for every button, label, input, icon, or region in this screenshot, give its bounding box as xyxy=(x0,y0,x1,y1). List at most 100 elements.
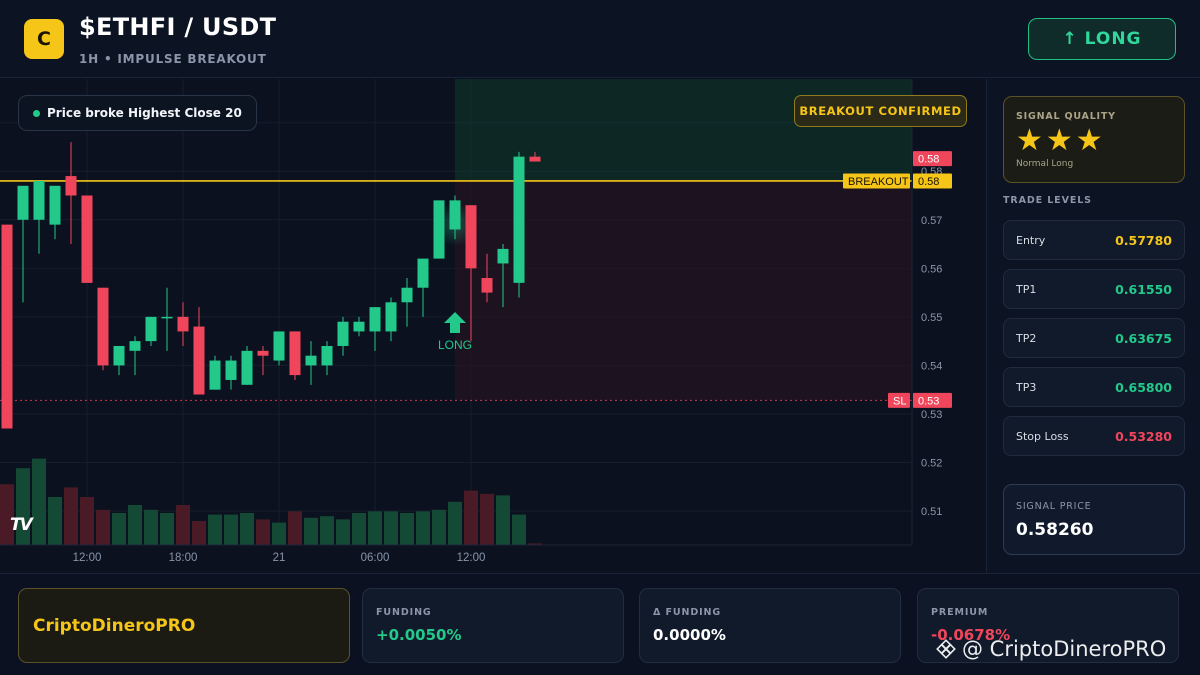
candle-body xyxy=(513,156,525,283)
x-tick-label: 12:00 xyxy=(73,552,102,564)
candle-body xyxy=(305,355,317,366)
volume-bar xyxy=(400,513,414,545)
volume-bar xyxy=(208,514,222,545)
candle-body xyxy=(113,345,125,366)
candle-body xyxy=(65,176,77,196)
candle-body xyxy=(97,287,109,366)
candle-body xyxy=(481,278,493,293)
candlestick-chart-svg[interactable]: LONG0.590.580.570.560.550.540.530.520.51… xyxy=(0,79,985,573)
pair-subtitle: 1H • IMPULSE BREAKOUT xyxy=(79,52,267,66)
candle-body xyxy=(417,258,429,288)
candle-body xyxy=(225,360,237,380)
trade-levels-panel: SIGNAL QUALITY ★★★ Normal Long TRADE LEV… xyxy=(986,79,1200,573)
volume-bar xyxy=(32,458,46,545)
trade-levels-title: TRADE LEVELS xyxy=(1003,195,1092,206)
breakout-label-tag: BREAKOUT xyxy=(848,176,909,188)
volume-bar xyxy=(176,505,190,545)
level-value: 0.57780 xyxy=(1115,233,1172,248)
candle-body xyxy=(497,248,509,264)
price-chart[interactable]: LONG0.590.580.570.560.550.540.530.520.51… xyxy=(0,79,985,573)
level-row-tp3: TP3 0.65800 xyxy=(1003,367,1185,407)
volume-bar xyxy=(96,509,110,545)
volume-bar xyxy=(112,513,126,545)
volume-bar xyxy=(304,517,318,545)
tradingview-logo-icon: TV xyxy=(10,515,33,535)
candle-body xyxy=(353,321,365,332)
watermark: @ CriptoDineroPRO xyxy=(936,637,1166,661)
level-value: 0.65800 xyxy=(1115,380,1172,395)
long-marker-label: LONG xyxy=(438,338,472,352)
stat-value: +0.0050% xyxy=(376,626,462,644)
x-tick-label: 12:00 xyxy=(457,552,486,564)
stat-value: 0.0000% xyxy=(653,626,726,644)
brand-name: CriptoDineroPRO xyxy=(33,615,196,636)
x-tick-label: 18:00 xyxy=(169,552,198,564)
candle-body xyxy=(33,180,45,220)
volume-bar xyxy=(384,511,398,545)
volume-bar xyxy=(256,519,270,545)
volume-bar xyxy=(80,497,94,545)
watermark-text: @ CriptoDineroPRO xyxy=(962,637,1167,661)
candle-body xyxy=(369,307,381,332)
stat-label: FUNDING xyxy=(376,607,432,618)
last-price-tag: 0.58 xyxy=(918,154,939,166)
volume-bar xyxy=(128,505,142,545)
header: C $ETHFI / USDT 1H • IMPULSE BREAKOUT ↑ … xyxy=(0,0,1200,78)
level-name: TP1 xyxy=(1016,283,1037,296)
y-tick-label: 0.55 xyxy=(921,312,942,324)
level-value: 0.61550 xyxy=(1115,282,1172,297)
pair-title: $ETHFI / USDT xyxy=(79,13,277,41)
volume-bar xyxy=(512,514,526,545)
volume-bar xyxy=(160,513,174,545)
candle-body xyxy=(401,287,413,303)
volume-bar xyxy=(320,516,334,545)
binance-logo-icon xyxy=(936,639,956,659)
sl-label-tag: SL xyxy=(893,395,906,407)
candle-body xyxy=(433,200,445,259)
funding-card: FUNDING +0.0050% xyxy=(362,588,624,663)
y-tick-label: 0.51 xyxy=(921,506,942,518)
x-tick-label: 06:00 xyxy=(361,552,390,564)
volume-bar xyxy=(144,509,158,545)
candle-body xyxy=(1,224,13,429)
candle-body xyxy=(273,331,285,361)
breakout-confirmed-badge: BREAKOUT CONFIRMED xyxy=(794,95,967,127)
level-row-tp1: TP1 0.61550 xyxy=(1003,269,1185,309)
candle-body xyxy=(529,156,541,162)
signal-price-card: SIGNAL PRICE 0.58260 xyxy=(1003,484,1185,555)
breakout-notice-text: Price broke Highest Close 20 xyxy=(47,106,242,120)
candle-body xyxy=(129,341,141,351)
volume-bar xyxy=(224,514,238,545)
long-signal-button[interactable]: ↑ LONG xyxy=(1028,18,1176,60)
signal-quality-note: Normal Long xyxy=(1016,159,1074,169)
volume-bar xyxy=(240,513,254,545)
candle-body xyxy=(49,185,61,225)
x-tick-label: 21 xyxy=(273,552,286,564)
delta-funding-card: Δ FUNDING 0.0000% xyxy=(639,588,901,663)
volume-bar xyxy=(464,490,478,545)
volume-bar xyxy=(448,501,462,545)
signal-quality-card: SIGNAL QUALITY ★★★ Normal Long xyxy=(1003,96,1185,183)
volume-bar xyxy=(272,522,286,545)
volume-bar xyxy=(336,519,350,545)
candle-body xyxy=(193,326,205,395)
volume-bar xyxy=(48,497,62,545)
status-dot-icon xyxy=(33,109,40,117)
level-row-tp2: TP2 0.63675 xyxy=(1003,318,1185,358)
y-tick-label: 0.52 xyxy=(921,457,942,469)
y-tick-label: 0.53 xyxy=(921,409,942,421)
candle-body xyxy=(209,360,221,390)
volume-bar xyxy=(368,511,382,545)
breakout-notice: Price broke Highest Close 20 xyxy=(18,95,257,131)
volume-bar xyxy=(352,513,366,545)
candle-body xyxy=(177,316,189,332)
star-rating-icon: ★★★ xyxy=(1016,123,1106,158)
candle-body xyxy=(465,205,477,269)
app-logo: C xyxy=(24,19,64,59)
signal-price-label: SIGNAL PRICE xyxy=(1016,501,1092,512)
candle-body xyxy=(337,321,349,346)
sl-price-tag: 0.53 xyxy=(918,395,939,407)
volume-bar xyxy=(192,521,206,545)
level-value: 0.53280 xyxy=(1115,429,1172,444)
brand-card: CriptoDineroPRO xyxy=(18,588,350,663)
